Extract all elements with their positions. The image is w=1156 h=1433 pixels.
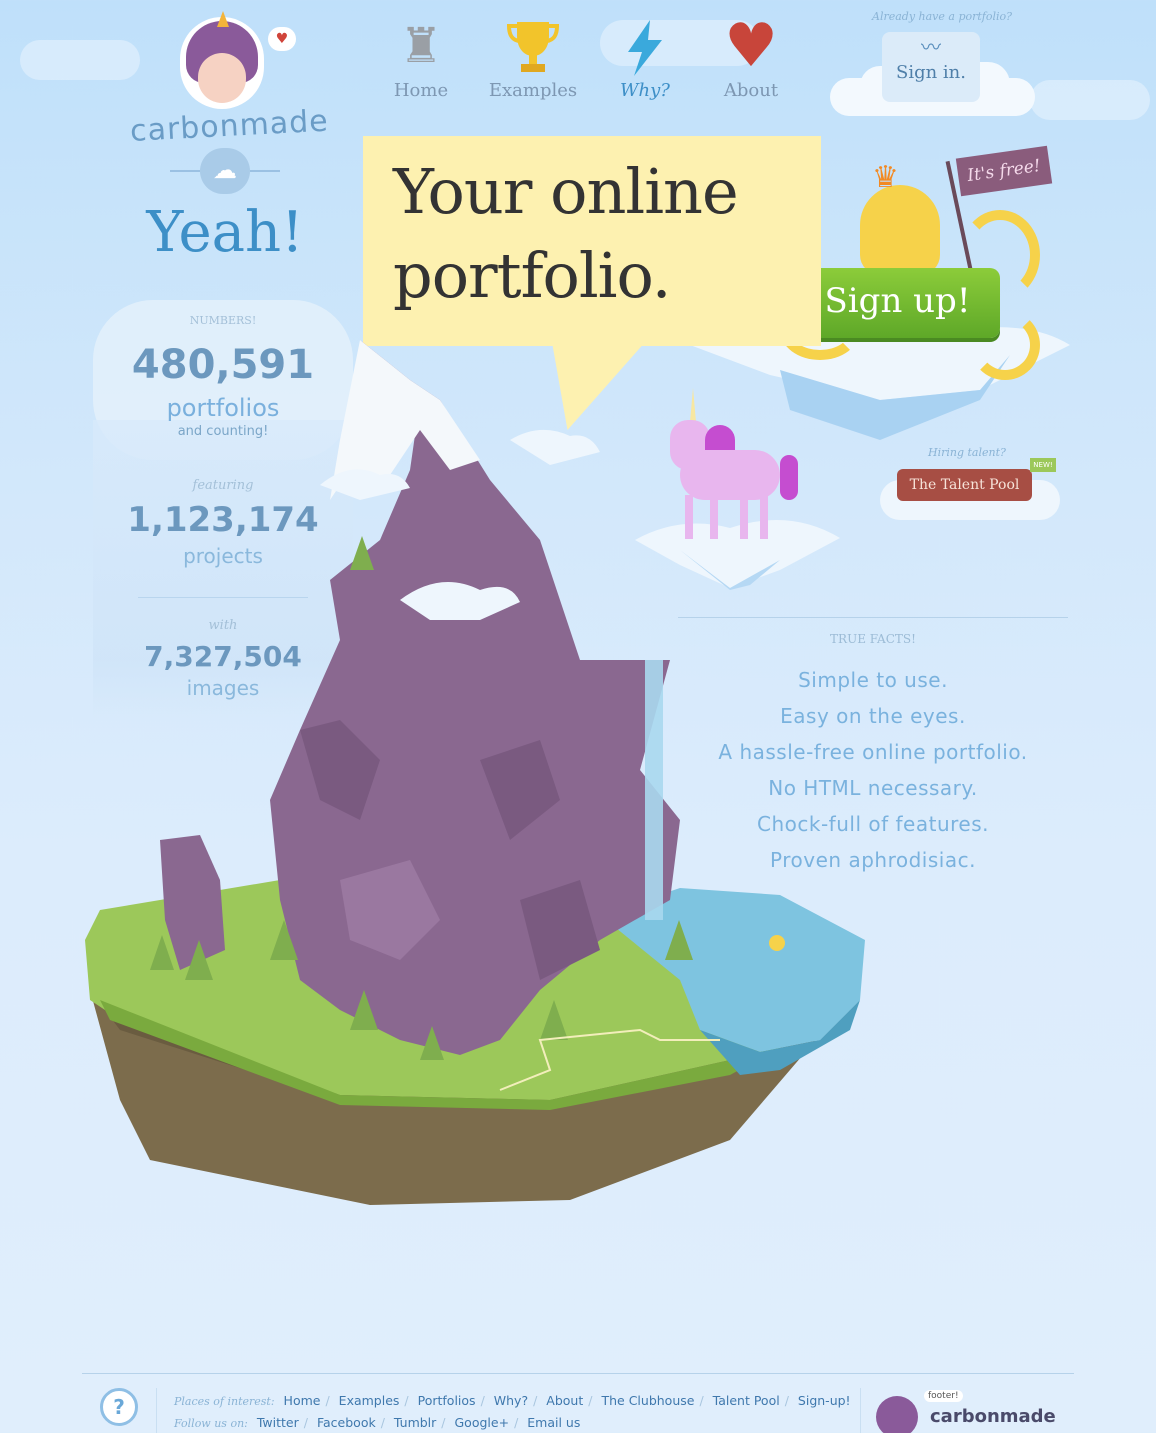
tagline: Yeah! — [146, 200, 304, 265]
footer-logo[interactable]: footer! carbonmade — [876, 1388, 1066, 1433]
avatar — [180, 11, 264, 109]
footer-link-tumblr[interactable]: Tumblr — [394, 1415, 436, 1430]
nav-label: Home — [393, 80, 449, 101]
stats-header: NUMBERS! — [189, 314, 257, 327]
nav-examples[interactable]: Examples — [478, 18, 588, 101]
places-label: Places of interest: — [174, 1395, 275, 1408]
footer-link-talent-pool[interactable]: Talent Pool — [713, 1393, 780, 1408]
follow-label: Follow us on: — [174, 1417, 248, 1430]
footer-wordmark: carbonmade — [930, 1406, 1056, 1427]
nav-label: Why? — [620, 80, 670, 101]
footer-separator — [860, 1388, 861, 1433]
avatar — [876, 1396, 918, 1433]
footer-link-facebook[interactable]: Facebook — [317, 1415, 376, 1430]
nav-why[interactable]: Why? — [590, 18, 700, 101]
cloud-icon: ☁ — [200, 148, 250, 194]
island-illustration — [85, 340, 865, 1205]
trophy-icon — [478, 18, 588, 74]
nav-label: Examples — [488, 80, 578, 101]
free-flag: It's free! — [955, 145, 1053, 197]
footer-link-about[interactable]: About — [546, 1393, 583, 1408]
signin-prompt: Already have a portfolio? — [872, 10, 1013, 23]
footer-link-twitter[interactable]: Twitter — [257, 1415, 299, 1430]
signup-button[interactable]: Sign up! — [795, 268, 1000, 338]
footer-link-portfolios[interactable]: Portfolios — [418, 1393, 476, 1408]
footer-divider — [82, 1373, 1074, 1374]
footer-link-why[interactable]: Why? — [494, 1393, 528, 1408]
follow-us: Follow us on: Twitter / Facebook / Tumblr /… — [174, 1415, 581, 1430]
cloud-ornament: ☁ — [170, 148, 280, 196]
nav-label: About — [723, 80, 779, 101]
footer-link-email[interactable]: Email us — [527, 1415, 580, 1430]
footer-link-home[interactable]: Home — [284, 1393, 321, 1408]
footer-link-signup[interactable]: Sign-up! — [798, 1393, 851, 1408]
lightning-icon — [590, 18, 700, 76]
signin-label: Sign in. — [896, 62, 966, 83]
footer-separator — [156, 1388, 157, 1433]
hiring-prompt: Hiring talent? — [928, 446, 1006, 459]
question-icon[interactable]: ? — [100, 1388, 138, 1426]
nav-about[interactable]: ♥ About — [696, 11, 806, 101]
octopus-mascot — [860, 185, 940, 275]
background-cloud — [20, 40, 140, 80]
new-badge: NEW! — [1030, 458, 1056, 472]
mustache-icon: 〰 — [921, 35, 941, 59]
talent-pool-button[interactable]: The Talent Pool — [897, 469, 1032, 501]
footer-link-googleplus[interactable]: Google+ — [455, 1415, 510, 1430]
logo-wordmark: carbonmade — [129, 103, 330, 149]
tower-icon: ♜ — [399, 18, 443, 74]
signin-button[interactable]: 〰 Sign in. — [882, 32, 980, 102]
headline-line1: Your online — [393, 155, 739, 228]
footer-link-examples[interactable]: Examples — [339, 1393, 400, 1408]
background-cloud — [1030, 80, 1150, 120]
places-of-interest: Places of interest: Home / Examples / Port… — [174, 1393, 851, 1408]
heart-icon: ♥ — [724, 11, 778, 81]
footer-tag: footer! — [924, 1390, 963, 1402]
heart-icon: ♥ — [268, 27, 296, 51]
headline-line2: portfolio. — [393, 239, 671, 312]
footer-link-clubhouse[interactable]: The Clubhouse — [601, 1393, 694, 1408]
headline-bubble: Your online portfolio. — [363, 136, 821, 346]
nav-home[interactable]: ♜ Home — [366, 18, 476, 101]
crown-icon: ♛ — [872, 160, 899, 195]
